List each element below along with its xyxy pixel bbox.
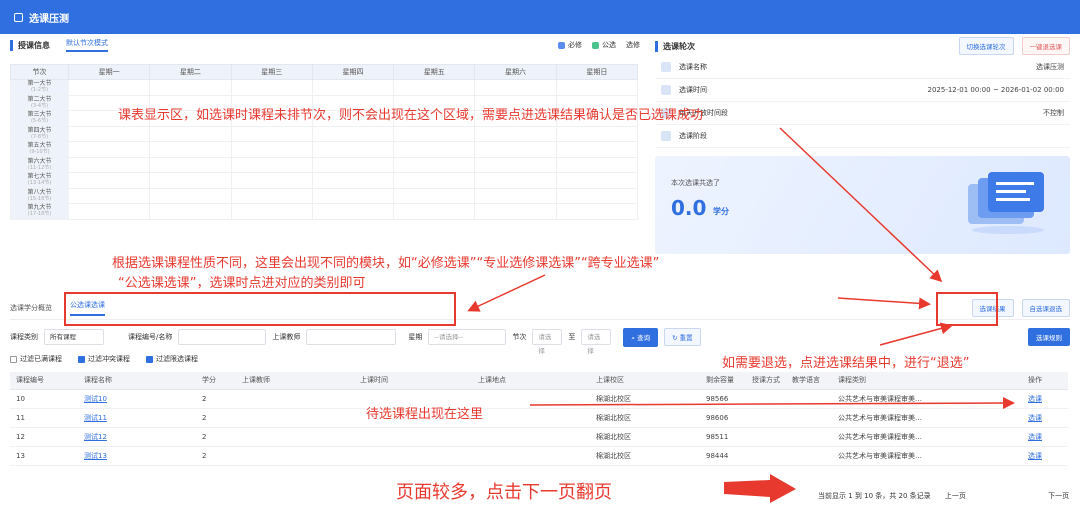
annotation-arrows [467, 127, 1015, 503]
